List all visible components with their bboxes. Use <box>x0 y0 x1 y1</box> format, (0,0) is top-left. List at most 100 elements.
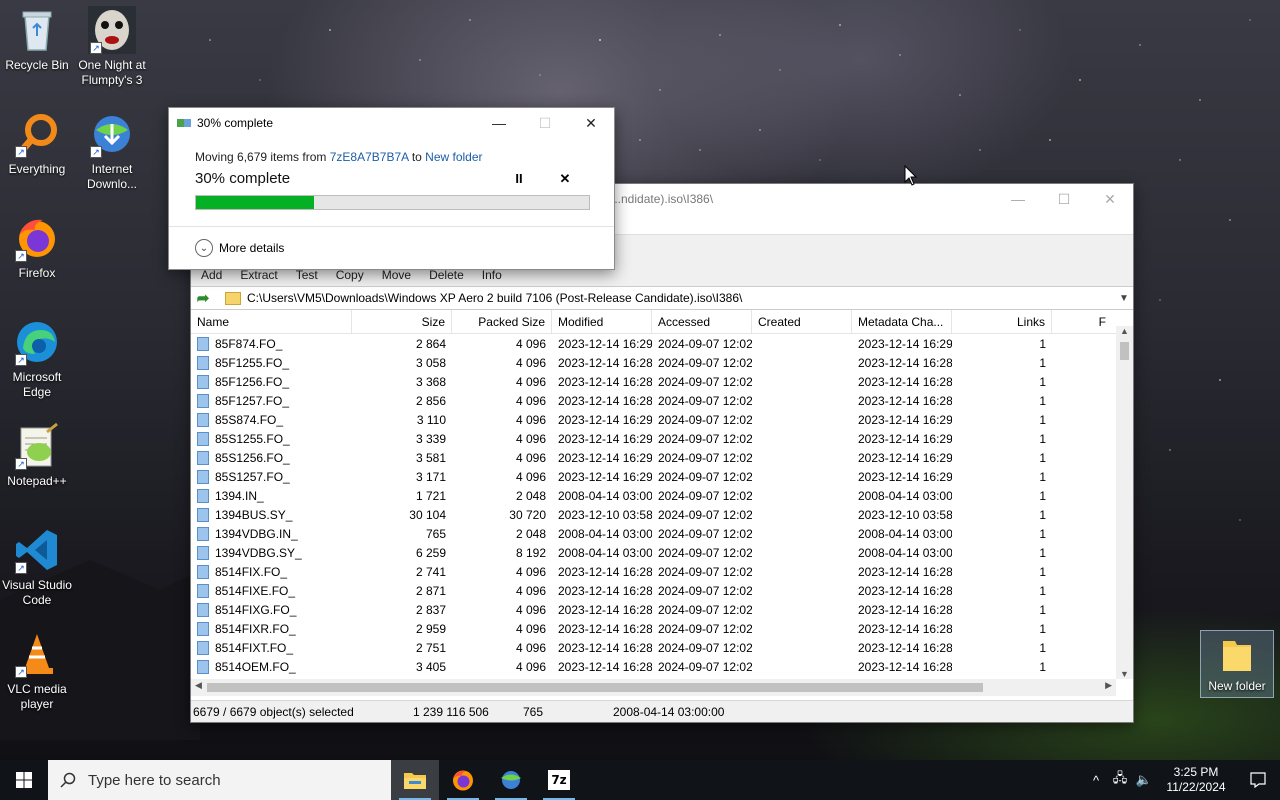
network-icon[interactable]: 🖧 <box>1108 769 1132 791</box>
minimize-button[interactable]: — <box>995 184 1041 214</box>
up-folder-icon[interactable]: ➦ <box>191 287 215 309</box>
file-icon <box>197 545 209 560</box>
table-row[interactable]: 8514FIXR.FO_ 2 959 4 096 2023-12-14 16:28 20… <box>191 619 1116 638</box>
close-button[interactable]: ✕ <box>568 108 614 138</box>
table-row[interactable]: 1394VDBG.SY_ 6 259 8 192 2008-04-14 03:00 20… <box>191 543 1116 562</box>
column-size[interactable]: Size <box>352 309 452 334</box>
table-row[interactable]: 85F1256.FO_ 3 368 4 096 2023-12-14 16:28 202… <box>191 372 1116 391</box>
progress-dialog[interactable]: 30% complete — ☐ ✕ Moving 6,679 items fr… <box>168 107 615 270</box>
start-button[interactable] <box>0 760 48 800</box>
shortcut-arrow-icon: ↗ <box>15 562 27 574</box>
toolbar-move-button[interactable]: Move <box>382 268 411 282</box>
vlc-cone-icon: ↗ <box>13 630 61 678</box>
volume-icon[interactable]: 🔈 <box>1132 772 1156 788</box>
scroll-left-icon[interactable]: ◀ <box>195 680 202 691</box>
vertical-scrollbar[interactable]: ▲ ▼ <box>1116 326 1133 679</box>
column-metadata-changed[interactable]: Metadata Cha... <box>852 309 952 334</box>
chevron-down-icon[interactable]: ▼ <box>1115 293 1133 304</box>
file-links: 1 <box>1039 583 1046 598</box>
cancel-button[interactable]: ✕ <box>542 171 588 187</box>
column-created[interactable]: Created <box>752 309 852 334</box>
column-accessed[interactable]: Accessed <box>652 309 752 334</box>
desktop-icon-notepadpp[interactable]: ↗ Notepad++ <box>0 422 77 489</box>
column-name[interactable]: Name <box>191 309 352 334</box>
table-row[interactable]: 8514FIXG.FO_ 2 837 4 096 2023-12-14 16:28 20… <box>191 600 1116 619</box>
file-list[interactable]: Name Size Packed Size Modified Accessed … <box>191 309 1133 700</box>
clock[interactable]: 3:25 PM 11/22/2024 <box>1156 765 1236 795</box>
notifications-button[interactable] <box>1236 772 1280 788</box>
toolbar-test-button[interactable]: Test <box>296 268 318 282</box>
file-metadata-changed: 2023-12-14 16:28 <box>858 564 952 579</box>
table-row[interactable]: 85F874.FO_ 2 864 4 096 2023-12-14 16:29 2024… <box>191 334 1116 353</box>
toolbar-extract-button[interactable]: Extract <box>240 268 277 282</box>
more-details-toggle[interactable]: ⌄ More details <box>169 227 614 257</box>
file-modified: 2023-12-14 16:28 <box>558 374 652 389</box>
desktop-icon-recycle-bin[interactable]: Recycle Bin <box>0 6 77 73</box>
notification-icon <box>1250 772 1266 788</box>
progress-dialog-titlebar[interactable]: 30% complete — ☐ ✕ <box>169 108 614 138</box>
taskbar-7zip[interactable]: 7z <box>535 760 583 800</box>
table-row[interactable]: 1394.IN_ 1 721 2 048 2008-04-14 03:00 2024-0… <box>191 486 1116 505</box>
file-accessed: 2024-09-07 12:02 <box>658 621 752 636</box>
taskbar-search[interactable]: Type here to search <box>48 760 391 800</box>
table-row[interactable]: 85S1257.FO_ 3 171 4 096 2023-12-14 16:29 202… <box>191 467 1116 486</box>
file-size: 3 339 <box>415 431 446 446</box>
desktop-icon-idm[interactable]: ↗ Internet Downlo... <box>72 110 152 192</box>
maximize-button[interactable]: ☐ <box>1041 184 1087 214</box>
taskbar-file-explorer[interactable] <box>391 760 439 800</box>
table-row[interactable]: 85F1257.FO_ 2 856 4 096 2023-12-14 16:28 202… <box>191 391 1116 410</box>
table-row[interactable]: 85S874.FO_ 3 110 4 096 2023-12-14 16:29 2024… <box>191 410 1116 429</box>
column-links[interactable]: Links <box>952 309 1052 334</box>
table-row[interactable]: 85S1256.FO_ 3 581 4 096 2023-12-14 16:29 202… <box>191 448 1116 467</box>
destination-link[interactable]: New folder <box>425 150 482 164</box>
file-metadata-changed: 2023-12-14 16:29 <box>858 469 952 484</box>
scroll-thumb[interactable] <box>207 683 983 692</box>
column-f[interactable]: F <box>1052 310 1112 334</box>
source-link[interactable]: 7zE8A7B7B7A <box>330 150 409 164</box>
taskbar-idm[interactable] <box>487 760 535 800</box>
table-row[interactable]: 85S1255.FO_ 3 339 4 096 2023-12-14 16:29 202… <box>191 429 1116 448</box>
column-packed-size[interactable]: Packed Size <box>452 309 552 334</box>
desktop-icon-label: Internet Downlo... <box>86 162 138 191</box>
desktop-icon-vlc[interactable]: ↗ VLC media player <box>0 630 77 712</box>
toolbar-add-button[interactable]: Add <box>201 268 222 282</box>
minimize-button[interactable]: — <box>476 108 522 138</box>
desktop-icon-flumptys[interactable]: ↗ One Night at Flumpty's 3 <box>72 6 152 88</box>
file-name: 1394VDBG.SY_ <box>215 545 302 560</box>
table-row[interactable]: 85F1255.FO_ 3 058 4 096 2023-12-14 16:28 202… <box>191 353 1116 372</box>
scroll-right-icon[interactable]: ▶ <box>1105 680 1112 691</box>
desktop-icon-firefox[interactable]: ↗ Firefox <box>0 214 77 281</box>
table-row[interactable]: 8514FIXE.FO_ 2 871 4 096 2023-12-14 16:28 20… <box>191 581 1116 600</box>
file-modified: 2023-12-14 16:28 <box>558 583 652 598</box>
table-row[interactable]: 1394BUS.SY_ 30 104 30 720 2023-12-10 03:58 2… <box>191 505 1116 524</box>
toolbar-info-button[interactable]: Info <box>482 268 502 282</box>
table-row[interactable]: 8514FIXT.FO_ 2 751 4 096 2023-12-14 16:28 20… <box>191 638 1116 657</box>
table-row[interactable]: 8514OEM.FO_ 3 405 4 096 2023-12-14 16:28 202… <box>191 657 1116 676</box>
scroll-thumb[interactable] <box>1120 342 1129 360</box>
file-icon <box>197 374 209 389</box>
path-input[interactable]: C:\Users\VM5\Downloads\Windows XP Aero 2… <box>247 291 1115 305</box>
table-row[interactable]: 8514FIX.FO_ 2 741 4 096 2023-12-14 16:28 202… <box>191 562 1116 581</box>
pause-button[interactable]: II <box>496 171 542 186</box>
file-name: 1394BUS.SY_ <box>215 507 293 522</box>
desktop-icon-new-folder[interactable]: New folder <box>1200 630 1274 698</box>
scroll-down-icon[interactable]: ▼ <box>1116 669 1133 679</box>
desktop-icon-edge[interactable]: ↗ Microsoft Edge <box>0 318 77 400</box>
more-details-label: More details <box>219 241 285 255</box>
close-button[interactable]: ✕ <box>1087 184 1133 214</box>
taskbar-firefox[interactable] <box>439 760 487 800</box>
horizontal-scrollbar[interactable]: ◀ ▶ <box>191 679 1116 696</box>
table-row[interactable]: 1394VDBG.IN_ 765 2 048 2008-04-14 03:00 2024… <box>191 524 1116 543</box>
internet-download-manager-icon <box>501 771 521 789</box>
file-name-cell: 1394.IN_ <box>191 488 352 503</box>
desktop-icon-vscode[interactable]: ↗ Visual Studio Code <box>0 526 77 608</box>
toolbar-delete-button[interactable]: Delete <box>429 268 464 282</box>
file-size: 3 581 <box>415 450 446 465</box>
desktop-icon-everything[interactable]: ↗ Everything <box>0 110 77 177</box>
toolbar-copy-button[interactable]: Copy <box>336 268 364 282</box>
file-links: 1 <box>1039 526 1046 541</box>
desktop-icon-label: Firefox <box>18 266 56 280</box>
scroll-up-icon[interactable]: ▲ <box>1116 326 1133 336</box>
show-hidden-icons-chevron-icon[interactable]: ^ <box>1084 773 1108 788</box>
column-modified[interactable]: Modified <box>552 309 652 334</box>
